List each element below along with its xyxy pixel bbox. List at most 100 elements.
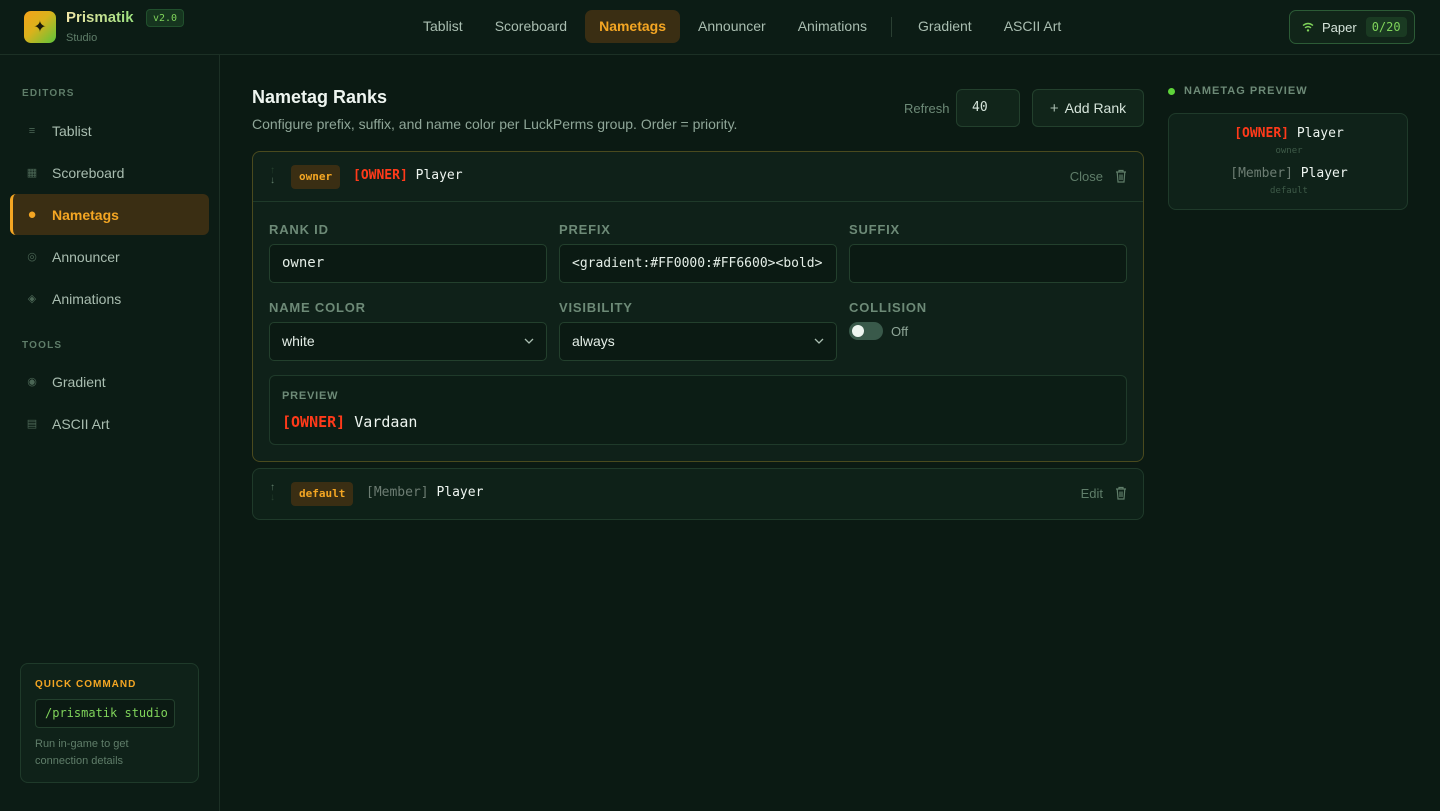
sidebar-item-nametags[interactable]: ● Nametags: [10, 194, 209, 235]
suffix-field[interactable]: [849, 244, 1127, 283]
name-color-label: NAME COLOR: [269, 300, 366, 315]
sidebar-item-label: Animations: [52, 290, 122, 307]
move-down-icon[interactable]: ↓: [270, 176, 278, 186]
name-color-value: white: [282, 333, 315, 349]
collision-toggle[interactable]: [849, 322, 883, 340]
nametag-preview-card: [OWNER] Player owner [Member] Player def…: [1168, 113, 1408, 210]
sidebar-section-tools: TOOLS: [22, 340, 63, 351]
version-badge: v2.0: [146, 9, 185, 27]
sidebar-item-label: Announcer: [52, 248, 120, 265]
rank-id-badge: default: [291, 482, 354, 506]
sidebar: EDITORS ≡ Tablist ▦ Scoreboard ● Nametag…: [0, 55, 220, 811]
sidebar-item-gradient[interactable]: ◉ Gradient: [10, 361, 209, 402]
nav-gradient[interactable]: Gradient: [904, 10, 986, 43]
nametag-tag: [Member]: [1230, 166, 1293, 181]
nav-ascii-art[interactable]: ASCII Art: [990, 10, 1076, 43]
nametag-tag: [OWNER]: [1234, 126, 1289, 141]
nav-tablist[interactable]: Tablist: [409, 10, 477, 43]
edit-rank-button[interactable]: Edit: [1081, 486, 1103, 501]
preview-player-name: Vardaan: [354, 413, 418, 431]
visibility-select[interactable]: always: [559, 322, 837, 361]
visibility-label: VISIBILITY: [559, 300, 633, 315]
visibility-value: always: [572, 333, 615, 349]
nametag-group: default: [1270, 186, 1308, 196]
player-count-badge: 0/20: [1365, 17, 1407, 37]
nametag-name: Player: [1300, 166, 1348, 181]
prefix-label: PREFIX: [559, 222, 611, 237]
refresh-interval-input[interactable]: 40: [956, 89, 1020, 127]
sidebar-item-scoreboard[interactable]: ▦ Scoreboard: [10, 152, 209, 193]
ring-icon: ◎: [27, 251, 37, 263]
add-rank-label: Add Rank: [1064, 100, 1127, 116]
target-icon: ◉: [27, 376, 37, 388]
nametag-preview-title: NAMETAG PREVIEW: [1168, 85, 1308, 97]
diamond-icon: ◈: [27, 293, 37, 305]
server-status-button[interactable]: Paper 0/20: [1289, 10, 1415, 44]
rank-player-name: Player: [436, 485, 484, 500]
preview-line: [OWNER] Vardaan: [282, 413, 417, 431]
nav-announcer[interactable]: Announcer: [684, 10, 780, 43]
rank-card-default: ↑ ↓ default [Member] Player Edit: [252, 468, 1144, 520]
grid-icon: ▤: [26, 418, 38, 430]
sidebar-item-label: Nametags: [52, 206, 119, 223]
rank-header[interactable]: ↑ ↓ default [Member] Player Edit: [253, 469, 1143, 519]
plus-icon: +: [1049, 99, 1059, 117]
prefix-field[interactable]: <gradient:#FF0000:#FF6600><bold>: [559, 244, 837, 283]
chevron-down-icon: [524, 338, 534, 344]
chevron-down-icon: [814, 338, 824, 344]
rank-player-name: Player: [415, 168, 463, 183]
rank-prefix-preview: [Member] Player: [366, 485, 483, 500]
list-icon: ≡: [28, 124, 36, 137]
nametag-preview-row: [OWNER] Player: [1169, 126, 1409, 141]
sidebar-item-tablist[interactable]: ≡ Tablist: [10, 110, 209, 151]
nav-divider: [890, 16, 892, 37]
sidebar-item-label: Tablist: [52, 122, 92, 139]
rank-id-label: RANK ID: [269, 222, 329, 237]
rank-header[interactable]: ↑ ↓ owner [OWNER] Player Close: [253, 152, 1143, 202]
grid-icon: ▦: [26, 167, 38, 179]
nav-animations[interactable]: Animations: [784, 10, 881, 43]
server-name: Paper: [1322, 19, 1357, 35]
sidebar-item-ascii-art[interactable]: ▤ ASCII Art: [10, 403, 209, 444]
sidebar-item-announcer[interactable]: ◎ Announcer: [10, 236, 209, 277]
nav-scoreboard[interactable]: Scoreboard: [481, 10, 581, 43]
wifi-icon: [1302, 22, 1314, 32]
rank-id-badge: owner: [291, 165, 341, 189]
trash-icon[interactable]: [1114, 485, 1128, 501]
quick-command-card: QUICK COMMAND /prismatik studio Run in-g…: [20, 663, 199, 783]
quick-command-title: QUICK COMMAND: [35, 679, 137, 690]
add-rank-button[interactable]: + Add Rank: [1032, 89, 1144, 127]
reorder-arrows[interactable]: ↑ ↓: [270, 483, 278, 503]
nav-nametags[interactable]: Nametags: [585, 10, 680, 43]
sidebar-item-label: ASCII Art: [52, 415, 110, 432]
app-logo-icon[interactable]: ✦: [24, 11, 56, 43]
rank-preview-box: PREVIEW [OWNER] Vardaan: [269, 375, 1127, 445]
rank-prefix-preview: [OWNER] Player: [353, 168, 463, 183]
page-title: Nametag Ranks: [252, 87, 388, 107]
circle-icon: ●: [27, 206, 37, 223]
app-subtitle: Studio: [66, 32, 98, 44]
sidebar-item-label: Gradient: [52, 373, 106, 390]
nametag-preview-title-text: NAMETAG PREVIEW: [1184, 85, 1308, 97]
preview-label: PREVIEW: [282, 390, 339, 402]
nametag-preview-row: [Member] Player: [1169, 166, 1409, 181]
quick-command-note: Run in-game to get connection details: [35, 738, 129, 767]
app-name: Prismatik: [66, 9, 134, 26]
move-down-icon[interactable]: ↓: [270, 493, 278, 503]
sidebar-section-editors: EDITORS: [22, 88, 75, 99]
close-rank-button[interactable]: Close: [1070, 169, 1103, 184]
reorder-arrows[interactable]: ↑ ↓: [270, 166, 278, 186]
rank-id-field[interactable]: owner: [269, 244, 547, 283]
collision-state: Off: [891, 324, 909, 339]
rank-prefix-tag: [OWNER]: [353, 168, 408, 183]
top-bar: ✦ Prismatik v2.0 Studio Tablist Scoreboa…: [0, 0, 1440, 55]
sidebar-item-animations[interactable]: ◈ Animations: [10, 278, 209, 319]
rank-card-owner: ↑ ↓ owner [OWNER] Player Close RANK ID o…: [252, 151, 1144, 462]
suffix-label: SUFFIX: [849, 222, 901, 237]
trash-icon[interactable]: [1114, 168, 1128, 184]
quick-command-code[interactable]: /prismatik studio: [35, 699, 175, 728]
rank-prefix-tag: [Member]: [366, 485, 429, 500]
name-color-select[interactable]: white: [269, 322, 547, 361]
preview-tag: [OWNER]: [282, 413, 346, 431]
refresh-label: Refresh: [904, 101, 950, 116]
